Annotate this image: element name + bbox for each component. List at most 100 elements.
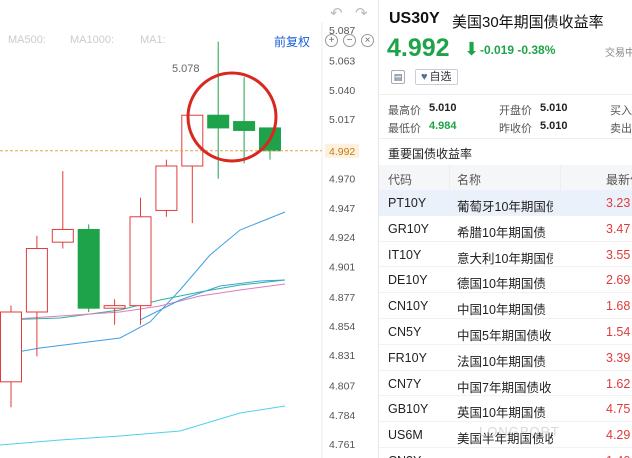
app-root: 5.078 5.087 5.063 5.040 5.017 4.992 4.970 4.947… (0, 0, 632, 458)
bond-yield: 1.62 (606, 376, 631, 391)
prev-close-label: 昨收价 (499, 123, 532, 135)
table-row[interactable]: FR10Y 法国10年期国债 3.39 (379, 345, 632, 371)
redo-icon[interactable]: ↷ (355, 4, 368, 22)
high-label: 最高价 (388, 105, 421, 117)
table-body: PT10Y 葡萄牙10年期国债 3.23 GR10Y 希腊10年期国债 3.47 IT10Y… (379, 190, 632, 458)
trade-status: 交易中 (605, 48, 632, 59)
watermark: LONGPORT (479, 424, 560, 439)
bond-name: 中国5年期国债收 (457, 328, 552, 343)
table-row[interactable]: GR10Y 希腊10年期国债 3.47 (379, 216, 632, 242)
low-value: 4.984 (429, 120, 457, 132)
ma1000-legend: MA1000: (70, 34, 115, 46)
price-tick-label: 4.784 (329, 410, 355, 422)
bond-code: CN7Y (388, 376, 422, 391)
price-tick-label: 4.947 (329, 203, 355, 215)
candle-body (103, 305, 126, 309)
bond-yield: 3.23 (606, 196, 631, 210)
heart-icon: ♥ (421, 71, 428, 83)
quote-panel: US30Y 美国30年期国债收益率 4.992 ⬇ -0.019 -0.38% … (378, 0, 632, 458)
bid-label: 买入 (610, 105, 632, 117)
undo-icon[interactable]: ↶ (330, 4, 343, 22)
header-name[interactable]: 名称 (457, 171, 553, 188)
bond-yield: 4.29 (606, 428, 631, 443)
bond-code: PT10Y (388, 196, 427, 210)
bond-yield: 2.69 (606, 273, 631, 288)
table-row[interactable]: CN7Y 中国7年期国债收 1.62 (379, 371, 632, 397)
bond-code: US6M (388, 428, 423, 443)
document-icon[interactable]: ▤ (391, 70, 405, 84)
candle-body (51, 228, 74, 243)
bond-name: 英国10年期国债 (457, 406, 546, 421)
kline-chart-panel[interactable]: 5.078 5.087 5.063 5.040 5.017 4.992 4.970 4.947… (0, 0, 378, 458)
bond-code: IT10Y (388, 247, 422, 262)
bond-yield: 3.55 (606, 247, 631, 262)
price-tick-label: 4.761 (329, 439, 355, 451)
table-row[interactable]: IT10Y 意大利10年期国债 3.55 (379, 242, 632, 268)
table-row[interactable]: CN10Y 中国10年期国债 1.68 (379, 293, 632, 319)
price-tick-label: 4.992 (329, 146, 355, 158)
table-row[interactable]: PT10Y 葡萄牙10年期国债 3.23 (379, 190, 632, 216)
close-icon[interactable]: × (361, 34, 374, 47)
prev-close-value: 5.010 (540, 120, 568, 132)
ma500-legend: MA500: (8, 34, 46, 46)
divider (379, 138, 632, 139)
column-separator (560, 165, 561, 190)
header-latest[interactable]: 最新价 (606, 171, 632, 188)
table-row[interactable]: GB10Y 英国10年期国债 4.75 (379, 396, 632, 423)
zoom-out-icon[interactable]: − (343, 34, 356, 47)
symbol-code: US30Y (389, 10, 440, 27)
column-separator (449, 165, 450, 190)
price-tick-label: 4.854 (329, 321, 355, 333)
bond-code: CN2Y (388, 454, 421, 458)
price-tick-label: 5.017 (329, 114, 355, 126)
bond-code: FR10Y (388, 350, 427, 365)
price-tick-label: 5.063 (329, 56, 355, 68)
candle-body (25, 248, 48, 313)
bond-name: 中国10年期国债 (457, 303, 546, 318)
down-arrow-icon: ⬇ (464, 39, 480, 59)
bond-yield: 3.47 (606, 221, 631, 236)
candle-body (0, 311, 22, 383)
add-watchlist-button[interactable]: ♥ 自选 (415, 69, 458, 85)
bond-yield-table: 代码 名称 最新价 PT10Y 葡萄牙10年期国债 3.23 GR10Y 希腊10年期国… (379, 165, 632, 458)
header-code[interactable]: 代码 (388, 171, 412, 188)
bond-yield: 3.39 (606, 350, 631, 365)
bond-name: 法国10年期国债 (457, 354, 546, 369)
table-header: 代码 名称 最新价 (379, 165, 632, 190)
bond-yield: 1.68 (606, 299, 631, 314)
table-row[interactable]: CN5Y 中国5年期国债收 1.54 (379, 319, 632, 345)
open-label: 开盘价 (499, 105, 532, 117)
bond-name: 希腊10年期国债 (457, 225, 546, 240)
candle-body (155, 165, 178, 211)
bond-code: GR10Y (388, 221, 429, 236)
candle-body (77, 228, 100, 309)
last-price: 4.992 (387, 34, 450, 62)
divider (379, 94, 632, 95)
bond-code: GB10Y (388, 402, 429, 417)
candle-body (233, 121, 256, 131)
bond-code: CN5Y (388, 324, 422, 339)
price-tick-label: 4.970 (329, 174, 355, 186)
high-value: 5.010 (429, 102, 457, 114)
candle-body (181, 114, 204, 167)
ma-line-light (0, 405, 286, 446)
high-price-label: 5.078 (172, 63, 200, 75)
bond-yield: 1.54 (606, 324, 631, 339)
table-row[interactable]: DE10Y 德国10年期国债 2.69 (379, 267, 632, 294)
zoom-in-icon[interactable]: + (325, 34, 338, 47)
candle-body (129, 216, 152, 307)
table-row[interactable]: CN2Y 中国2年期国债收 1.40 (379, 448, 632, 458)
bond-code: DE10Y (388, 273, 428, 288)
adjust-mode-button[interactable]: 前复权 (274, 33, 310, 50)
kline-chart[interactable]: 5.0785.0875.0635.0405.0174.9924.9704.947… (0, 0, 378, 458)
bond-name: 德国10年期国债 (457, 277, 546, 292)
bond-yield: 4.75 (606, 402, 631, 417)
ask-label: 卖出 (610, 123, 632, 135)
bond-name: 中国7年期国债收 (457, 380, 552, 395)
candle-body (207, 114, 230, 129)
bond-name: 葡萄牙10年期国债 (457, 200, 553, 214)
bond-code: CN10Y (388, 299, 429, 314)
section-title: 重要国债收益率 (388, 147, 473, 161)
price-tick-label: 4.901 (329, 261, 355, 273)
symbol-name: 美国30年期国债收益率 (452, 14, 604, 31)
